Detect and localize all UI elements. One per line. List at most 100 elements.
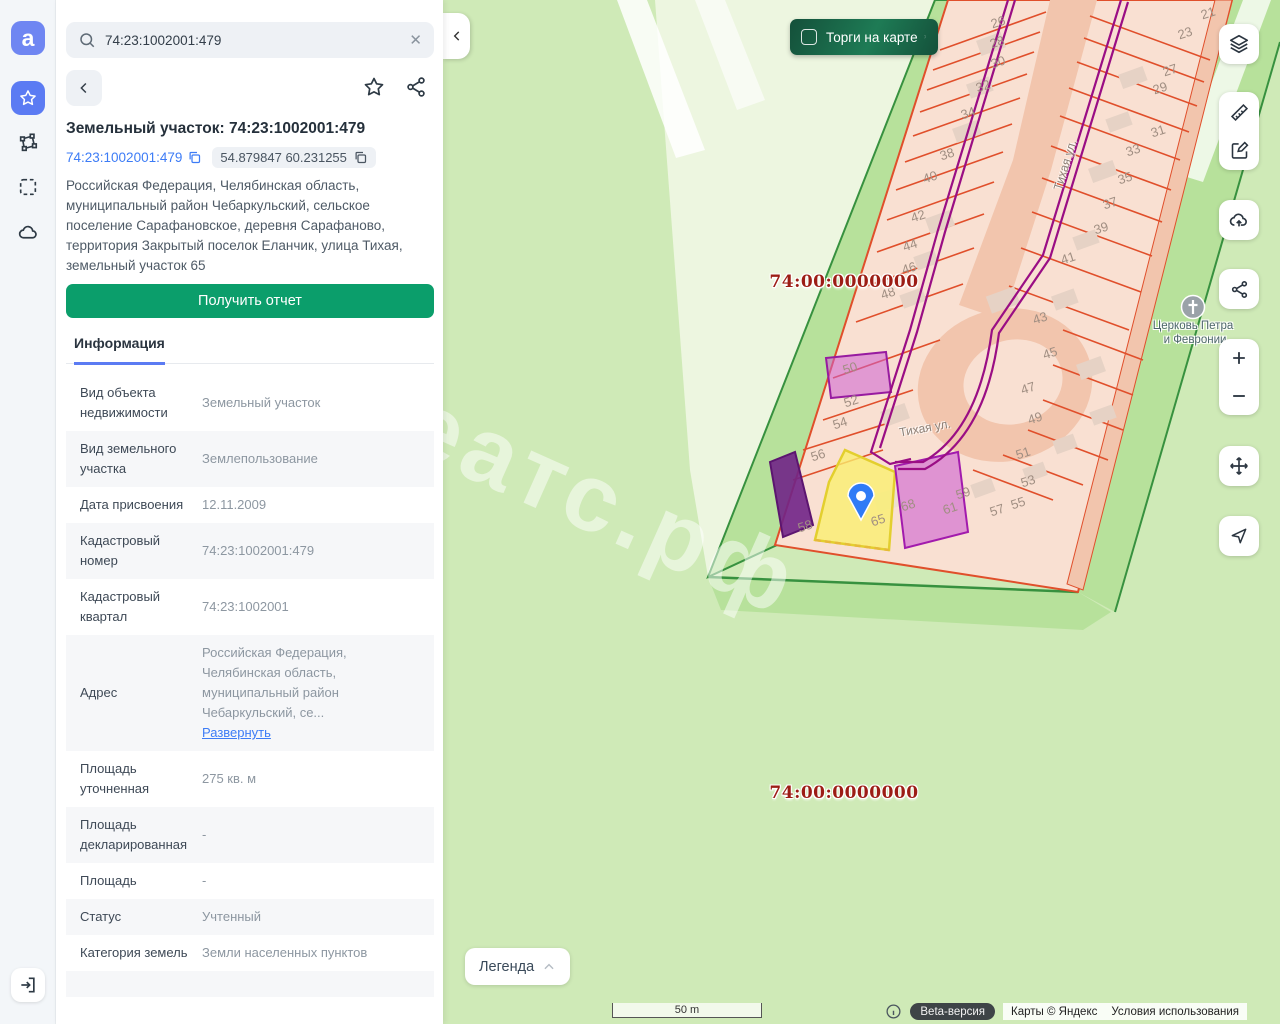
app-logo[interactable]: a [11, 21, 45, 55]
navigation-icon [1229, 526, 1249, 546]
table-row: Кадастровый квартал74:23:1002001 [66, 579, 434, 635]
attribution-yandex[interactable]: Карты © Яндекс [1011, 1006, 1097, 1018]
icon-rail: a [0, 0, 56, 1024]
chevron-left-icon [450, 29, 464, 43]
row-value: 12.11.2009 [202, 495, 420, 515]
app-logo-letter: a [22, 25, 35, 52]
edit-icon [1229, 140, 1250, 161]
ruler-icon [1229, 102, 1250, 123]
zoom-control [1219, 339, 1259, 415]
sidebar-item-favorites[interactable] [11, 81, 45, 115]
tab-information[interactable]: Информация [74, 335, 165, 365]
row-value: - [202, 871, 420, 891]
locate-button[interactable] [1219, 516, 1259, 556]
upload-button[interactable] [1219, 200, 1259, 240]
cadastral-quarter-label: 74:00:0000000 [769, 272, 918, 292]
row-label: Площадь [80, 871, 202, 891]
church-poi-label: Церковь Петра [1153, 320, 1234, 332]
sidebar-item-cloud[interactable] [13, 217, 43, 247]
row-label: Кадастровый номер [80, 531, 202, 571]
row-value: Землепользование [202, 449, 420, 469]
table-row: Кадастровый номер74:23:1002001:479 [66, 523, 434, 579]
map-canvas[interactable] [443, 0, 1280, 1024]
table-row: АдресРоссийская Федерация, Челябинская о… [66, 635, 434, 751]
info-icon[interactable] [885, 1003, 902, 1020]
coordinates-chip[interactable]: 54.879847 60.231255 [212, 147, 376, 168]
row-label: Вид земельного участка [80, 439, 202, 479]
minus-icon [1229, 386, 1249, 406]
search-input[interactable] [105, 33, 400, 48]
scale-bar: 50 m [612, 1003, 762, 1018]
tab-bar: Информация [66, 332, 434, 364]
church-poi-icon[interactable] [1180, 294, 1206, 320]
search-bar[interactable]: ✕ [66, 22, 434, 58]
row-label: Категория земель [80, 943, 202, 963]
panel-collapse-button[interactable] [443, 13, 470, 59]
measure-button[interactable] [1219, 93, 1259, 131]
pan-button[interactable] [1219, 446, 1259, 486]
gavel-watermark-icon [923, 22, 927, 52]
table-row: Дата присвоения12.11.2009 [66, 487, 434, 523]
row-value: 74:23:1002001:479 [202, 541, 420, 561]
object-panel: ✕ Земельный участок: 74:23:1002001:479 7… [56, 0, 443, 1024]
edit-button[interactable] [1219, 131, 1259, 169]
row-label: Дата присвоения [80, 495, 202, 515]
legend-button[interactable]: Легенда [465, 948, 570, 985]
info-table: Вид объекта недвижимостиЗемельный участо… [66, 375, 434, 997]
cloud-upload-icon [1228, 209, 1250, 231]
polygon-icon [17, 132, 39, 154]
table-row: СтатусУчтенный [66, 899, 434, 935]
table-row: Вид объекта недвижимостиЗемельный участо… [66, 375, 434, 431]
object-address: Российская Федерация, Челябинская област… [66, 176, 426, 276]
login-button[interactable] [11, 968, 45, 1002]
chevron-up-icon [542, 960, 556, 974]
clear-search-icon[interactable]: ✕ [409, 31, 422, 49]
church-poi-label: и Февронии [1164, 334, 1227, 346]
share-map-button[interactable] [1219, 269, 1259, 309]
star-icon [18, 88, 38, 108]
table-row: Площадь уточненная275 кв. м [66, 751, 434, 807]
row-value: 74:23:1002001 [202, 597, 420, 617]
beta-badge: Beta-версия [910, 1003, 995, 1020]
auction-on-map-toggle[interactable]: Торги на карте [790, 19, 938, 55]
get-report-button[interactable]: Получить отчет [66, 284, 434, 318]
zoom-out-button[interactable] [1219, 377, 1259, 415]
draw-tools-group [1219, 92, 1259, 170]
table-row: Площадь декларированная- [66, 807, 434, 863]
layers-button[interactable] [1219, 24, 1259, 64]
table-row: Площадь- [66, 863, 434, 899]
dashed-square-icon [17, 176, 39, 198]
parcel-50-highlight[interactable] [826, 352, 891, 398]
table-row: Категория земельЗемли населенных пунктов [66, 935, 434, 971]
favorite-star-button[interactable] [362, 75, 386, 99]
move-icon [1228, 455, 1250, 477]
share-button[interactable] [404, 75, 428, 99]
map-attribution: Карты © Яндекс Условия использования [1003, 1003, 1247, 1020]
sidebar-item-select-area[interactable] [13, 172, 43, 202]
row-label: Статус [80, 907, 202, 927]
copy-icon [353, 150, 368, 165]
login-icon [18, 975, 38, 995]
layers-icon [1228, 33, 1250, 55]
row-value: Российская Федерация, Челябинская област… [202, 643, 420, 743]
plus-icon [1229, 348, 1249, 368]
row-label: Кадастровый квартал [80, 587, 202, 627]
cloud-icon [17, 221, 40, 244]
table-row: Вид земельного участкаЗемлепользование [66, 431, 434, 487]
search-icon [78, 31, 96, 49]
row-value: Земли населенных пунктов [202, 943, 420, 963]
row-label: Площадь уточненная [80, 759, 202, 799]
cadastral-number-link[interactable]: 74:23:1002001:479 [66, 150, 202, 165]
share-icon [1229, 279, 1250, 300]
expand-link[interactable]: Развернуть [202, 725, 271, 740]
back-button[interactable] [66, 70, 102, 106]
terms-of-use-link[interactable]: Условия использования [1111, 1006, 1239, 1018]
page-title: Земельный участок: 74:23:1002001:479 [66, 120, 434, 138]
table-row-partial [66, 971, 434, 997]
zoom-in-button[interactable] [1219, 339, 1259, 377]
row-value: 275 кв. м [202, 769, 420, 789]
checkbox-icon[interactable] [801, 29, 817, 45]
row-value: Земельный участок [202, 393, 420, 413]
sidebar-item-polygon-tool[interactable] [13, 128, 43, 158]
copy-icon [187, 150, 202, 165]
